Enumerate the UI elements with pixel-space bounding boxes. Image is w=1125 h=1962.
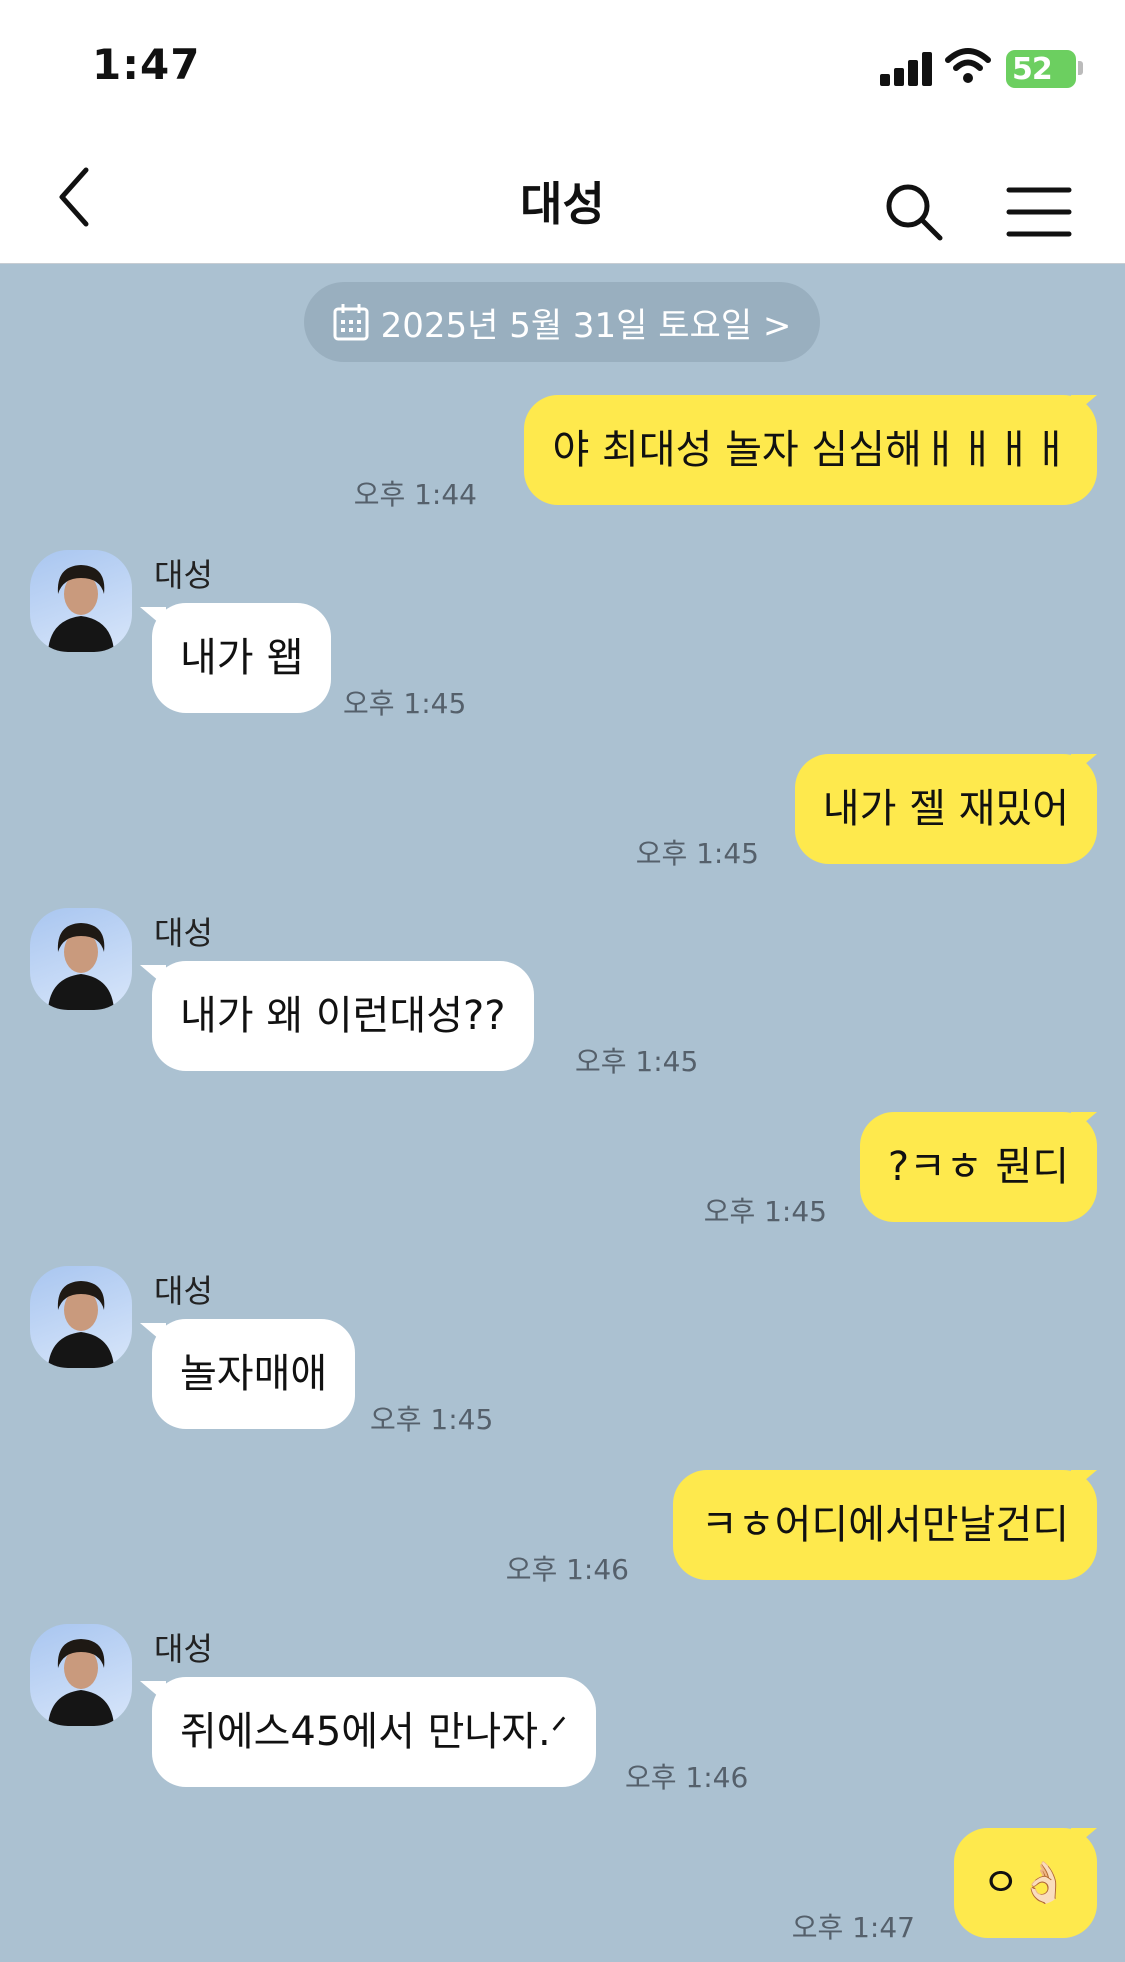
message-time: 오후 1:45 bbox=[343, 687, 467, 720]
message-time: 오후 1:45 bbox=[703, 1195, 827, 1228]
message-time: 오후 1:45 bbox=[575, 1045, 699, 1078]
battery-icon: 52 bbox=[1006, 50, 1076, 88]
menu-icon[interactable] bbox=[1006, 182, 1072, 242]
avatar-photo bbox=[48, 1639, 114, 1726]
sender-name: 대성 bbox=[154, 556, 213, 594]
avatar[interactable] bbox=[30, 1624, 132, 1726]
my-message-bubble[interactable]: 야 최대성 놀자 심심해ㅐㅐㅐㅐ bbox=[524, 395, 1097, 505]
date-label: 2025년 5월 31일 토요일 > bbox=[380, 305, 792, 346]
battery-cap bbox=[1078, 61, 1083, 75]
my-message-bubble[interactable]: ㅇ👌🏻 bbox=[954, 1828, 1097, 1938]
my-message-bubble[interactable]: ㅋㅎ어디에서만날건디 bbox=[673, 1470, 1097, 1580]
avatar[interactable] bbox=[30, 550, 132, 652]
status-bar: 1:47 52 bbox=[0, 0, 1125, 130]
avatar[interactable] bbox=[30, 908, 132, 1010]
friend-message-bubble[interactable]: 쥐에스45에서 만나자.ᐟ bbox=[140, 1677, 596, 1787]
message-time: 오후 1:47 bbox=[791, 1911, 915, 1944]
sender-name: 대성 bbox=[154, 914, 213, 952]
my-message-bubble[interactable]: ?ㅋㅎ 뭔디 bbox=[859, 1112, 1097, 1222]
friend-message-bubble[interactable]: 놀자매애 bbox=[139, 1319, 356, 1429]
calendar-icon bbox=[333, 304, 369, 341]
battery-level: 52 bbox=[1012, 52, 1053, 87]
sender-name: 대성 bbox=[154, 1630, 213, 1668]
sender-name: 대성 bbox=[154, 1272, 213, 1310]
status-time: 1:47 bbox=[92, 40, 201, 89]
avatar-photo bbox=[48, 565, 114, 652]
avatar-photo bbox=[48, 923, 114, 1010]
date-chip[interactable]: 2025년 5월 31일 토요일 > bbox=[304, 282, 820, 362]
avatar-photo bbox=[48, 1281, 114, 1368]
message-time: 오후 1:46 bbox=[625, 1761, 749, 1794]
friend-message-bubble[interactable]: 내가 왭 bbox=[139, 603, 332, 713]
message-time: 오후 1:46 bbox=[505, 1553, 629, 1586]
chat-header: 대성 bbox=[0, 130, 1125, 264]
wifi-icon bbox=[945, 48, 991, 83]
friend-message-bubble[interactable]: 내가 왜 이런대성?? bbox=[140, 961, 534, 1071]
signal-icon bbox=[880, 52, 932, 86]
message-time: 오후 1:45 bbox=[635, 837, 759, 870]
chat-title: 대성 bbox=[520, 177, 605, 231]
search-icon[interactable] bbox=[882, 180, 946, 244]
my-message-bubble[interactable]: 내가 젤 재밌어 bbox=[794, 754, 1097, 864]
avatar[interactable] bbox=[30, 1266, 132, 1368]
message-time: 오후 1:44 bbox=[353, 478, 477, 511]
message-time: 오후 1:45 bbox=[370, 1403, 494, 1436]
